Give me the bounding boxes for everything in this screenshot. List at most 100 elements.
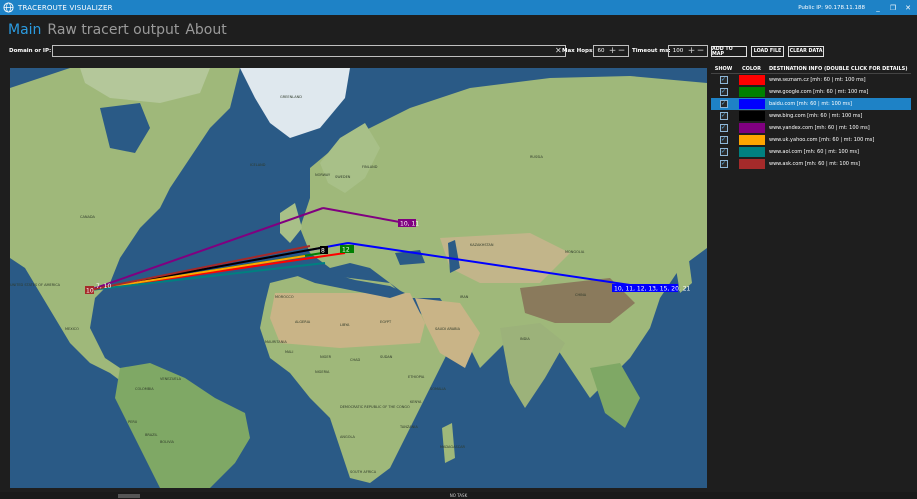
restore-button[interactable]: ❐ (886, 0, 900, 15)
label-libya: LIBYA (340, 323, 350, 327)
add-to-map-button[interactable]: ADD TO MAP (711, 46, 747, 57)
color-swatch[interactable] (738, 159, 765, 169)
public-ip: Public IP: 90.178.11.188 (798, 4, 865, 11)
destination-row[interactable]: ✓ www.ask.com [mh: 60 | mt: 100 ms] (711, 158, 911, 170)
show-checkbox[interactable]: ✓ (719, 76, 728, 84)
label-brazil: BRAZIL (145, 433, 158, 437)
color-column-header: COLOR (741, 65, 762, 72)
status-progress-indicator (118, 494, 140, 498)
status-text: NO TASK (449, 493, 468, 498)
label-egypt: EGYPT (380, 320, 392, 324)
label-colombia: COLOMBIA (135, 387, 154, 391)
label-canada: CANADA (80, 215, 95, 219)
load-file-button[interactable]: LOAD FILE (751, 46, 784, 57)
max-hops-value[interactable]: 60 (594, 48, 608, 54)
app-title: TRACEROUTE VISUALIZER (18, 3, 113, 12)
label-kazakhstan: KAZAKHSTAN (470, 243, 494, 247)
tab-about[interactable]: About (185, 22, 226, 38)
timeout-stepper[interactable]: 100 + − (668, 45, 708, 57)
label-mauritania: MAURITANIA (265, 340, 287, 344)
show-checkbox[interactable]: ✓ (719, 124, 728, 132)
clear-data-button[interactable]: CLEAR DATA (788, 46, 824, 57)
label-bolivia: BOLIVIA (160, 440, 175, 444)
color-swatch[interactable] (738, 135, 765, 145)
destination-row[interactable]: ✓ www.yandex.com [mh: 60 | mt: 100 ms] (711, 122, 911, 134)
show-checkbox[interactable]: ✓ (719, 136, 728, 144)
label-angola: ANGOLA (340, 435, 356, 439)
minimize-button[interactable]: _ (871, 0, 885, 15)
label-usa: UNITED STATES OF AMERICA (10, 283, 61, 287)
destination-row[interactable]: ✓ www.google.com [mh: 60 | mt: 100 ms] (711, 86, 911, 98)
destination-row[interactable]: ✓ www.seznam.cz [mh: 60 | mt: 100 ms] (711, 74, 911, 86)
close-button[interactable]: ✕ (901, 0, 915, 15)
label-india: INDIA (520, 337, 530, 341)
destination-row[interactable]: ✓ www.bing.com [mh: 60 | mt: 100 ms] (711, 110, 911, 122)
label-somalia: SOMALIA (430, 387, 446, 391)
destination-row-selected[interactable]: ✓ baidu.com [mh: 60 | mt: 100 ms] (711, 98, 911, 110)
color-swatch[interactable] (738, 87, 765, 97)
color-swatch[interactable] (738, 123, 765, 133)
hop-marker-origin[interactable]: 10 (86, 288, 94, 295)
info-column-header: DESTINATION INFO (DOUBLE CLICK FOR DETAI… (769, 65, 908, 72)
hop-marker-baidu[interactable]: 10, 11, 12, 13, 15, 20, 21 (614, 286, 691, 293)
label-madagascar: MADAGASCAR (440, 445, 466, 449)
destinations-header: SHOW COLOR DESTINATION INFO (DOUBLE CLIC… (711, 64, 911, 74)
label-mexico: MEXICO (65, 327, 79, 331)
max-hops-plus-icon[interactable]: + (608, 46, 617, 56)
destination-info[interactable]: baidu.com [mh: 60 | mt: 100 ms] (767, 101, 911, 107)
sahara-desert (270, 293, 425, 348)
show-checkbox[interactable]: ✓ (719, 112, 728, 120)
destination-info[interactable]: www.uk.yahoo.com [mh: 60 | mt: 100 ms] (767, 137, 911, 143)
title-bar: TRACEROUTE VISUALIZER Public IP: 90.178.… (0, 0, 917, 15)
label-iceland: ICELAND (250, 163, 266, 167)
color-swatch[interactable] (738, 111, 765, 121)
hop-marker-prague[interactable]: 12 (342, 247, 350, 254)
tab-main[interactable]: Main (8, 22, 41, 38)
hop-marker-origin-extra[interactable]: 7, 10 (96, 283, 111, 290)
label-norway: NORWAY (315, 173, 331, 177)
show-checkbox[interactable]: ✓ (719, 100, 728, 108)
label-niger: NIGER (320, 355, 332, 359)
destination-info[interactable]: www.ask.com [mh: 60 | mt: 100 ms] (767, 161, 911, 167)
label-ethiopia: ETHIOPIA (408, 375, 425, 379)
label-chad: CHAD (350, 358, 360, 362)
show-checkbox[interactable]: ✓ (719, 88, 728, 96)
timeout-plus-icon[interactable]: + (687, 46, 696, 56)
label-china: CHINA (575, 293, 587, 297)
label-sudan: SUDAN (380, 355, 393, 359)
destination-row[interactable]: ✓ www.uk.yahoo.com [mh: 60 | mt: 100 ms] (711, 134, 911, 146)
destination-row[interactable]: ✓ www.aol.com [mh: 60 | mt: 100 ms] (711, 146, 911, 158)
clear-input-icon[interactable]: ✕ (555, 46, 562, 55)
show-checkbox[interactable]: ✓ (719, 160, 728, 168)
color-swatch[interactable] (738, 75, 765, 85)
timeout-label: Timeout ms: (632, 48, 671, 54)
color-swatch[interactable] (738, 99, 765, 109)
label-tanzania: TANZANIA (399, 425, 418, 429)
destination-info[interactable]: www.bing.com [mh: 60 | mt: 100 ms] (767, 113, 911, 119)
hop-marker-yandex[interactable]: 10, 11 (400, 221, 419, 228)
max-hops-minus-icon[interactable]: − (617, 46, 626, 56)
label-mongolia: MONGOLIA (565, 250, 585, 254)
max-hops-stepper[interactable]: 60 + − (593, 45, 629, 57)
label-peru: PERU (128, 420, 138, 424)
destination-info[interactable]: www.google.com [mh: 60 | mt: 100 ms] (767, 89, 911, 95)
domain-input[interactable] (52, 45, 566, 57)
world-map[interactable]: 10, 11 10, 11, 12, 13, 15, 20, 21 10 7, … (10, 68, 707, 488)
show-checkbox[interactable]: ✓ (719, 148, 728, 156)
destination-info[interactable]: www.aol.com [mh: 60 | mt: 100 ms] (767, 149, 911, 155)
label-finland: FINLAND (362, 165, 378, 169)
destination-info[interactable]: www.yandex.com [mh: 60 | mt: 100 ms] (767, 125, 911, 131)
label-drc: DEMOCRATIC REPUBLIC OF THE CONGO (340, 405, 410, 409)
timeout-value[interactable]: 100 (669, 48, 687, 54)
label-algeria: ALGERIA (295, 320, 311, 324)
timeout-minus-icon[interactable]: − (696, 46, 705, 56)
label-saudi-arabia: SAUDI ARABIA (435, 327, 461, 331)
tab-raw-tracert-output[interactable]: Raw tracert output (47, 22, 179, 38)
hop-marker-europe[interactable]: 8 (321, 248, 325, 255)
domain-label: Domain or IP: (9, 48, 52, 54)
destinations-panel: SHOW COLOR DESTINATION INFO (DOUBLE CLIC… (711, 64, 911, 170)
label-mali: MALI (285, 350, 293, 354)
color-swatch[interactable] (738, 147, 765, 157)
toolbar: Domain or IP: ✕ Max Hops: 60 + − Timeout… (9, 44, 909, 58)
destination-info[interactable]: www.seznam.cz [mh: 60 | mt: 100 ms] (767, 77, 911, 83)
